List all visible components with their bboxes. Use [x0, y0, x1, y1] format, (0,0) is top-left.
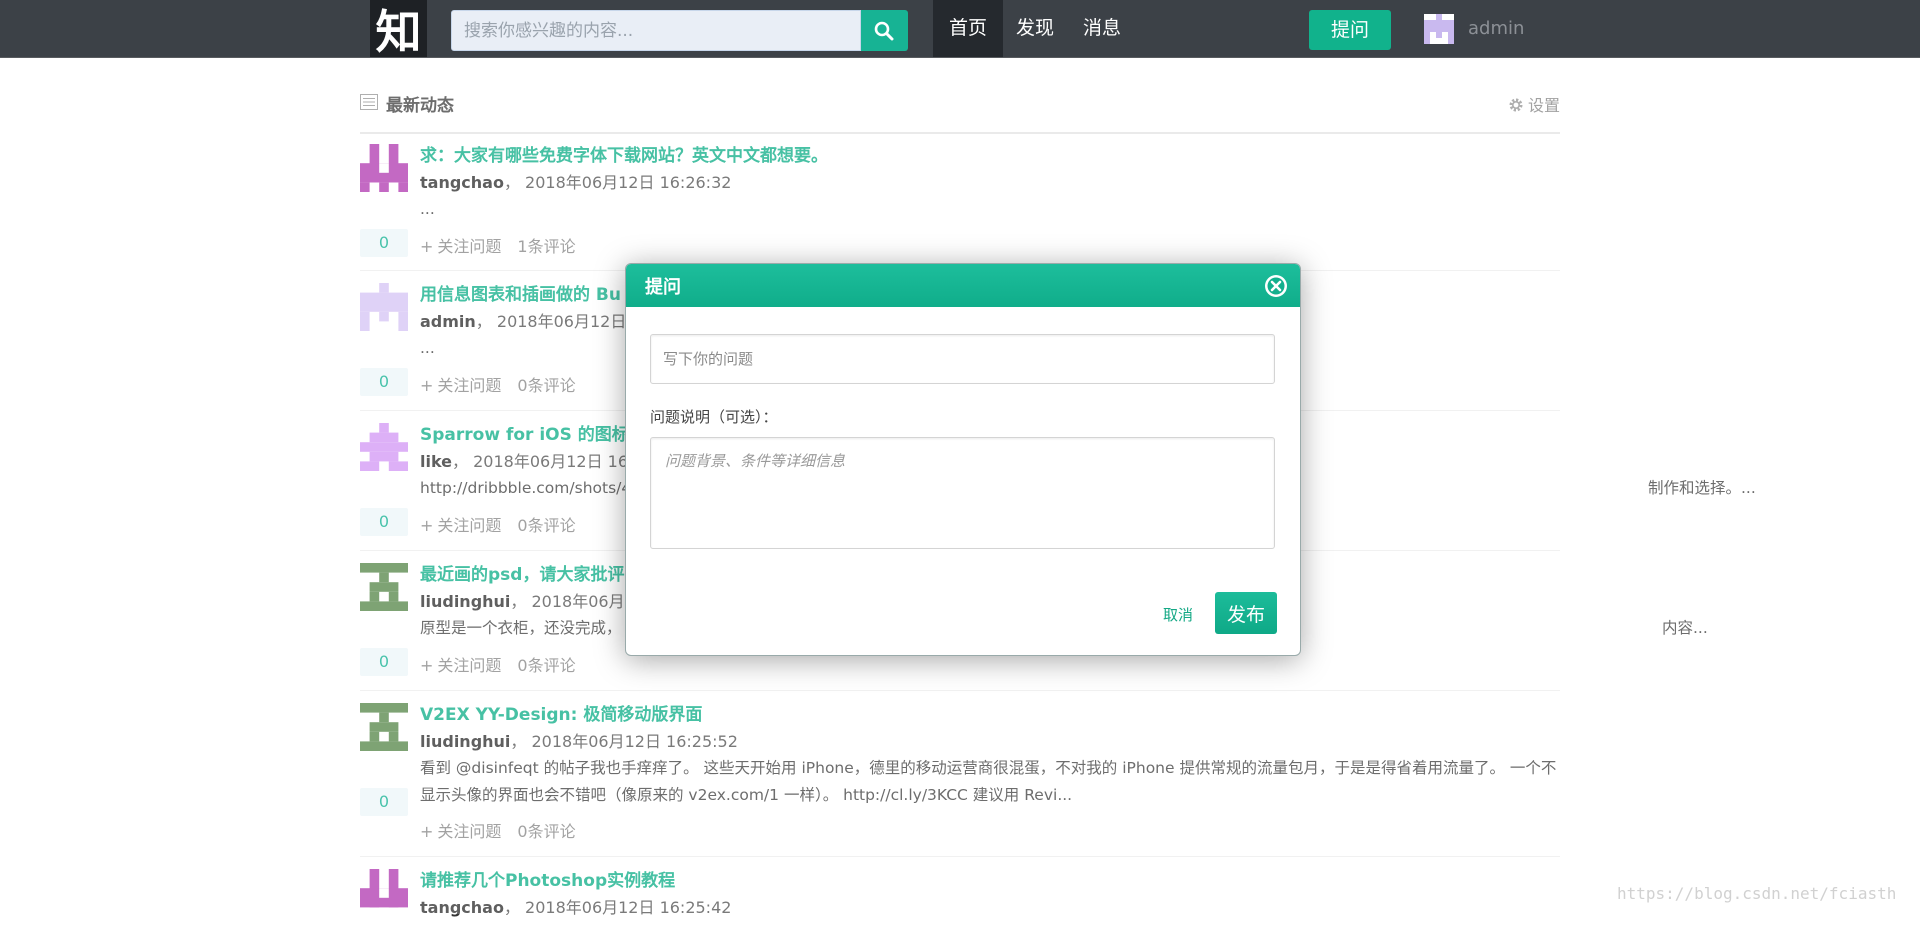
nav-discover[interactable]: 发现 — [1000, 0, 1070, 57]
search-input[interactable] — [451, 10, 861, 51]
question-input[interactable] — [650, 334, 1275, 384]
description-label: 问题说明（可选）： — [650, 408, 778, 426]
site-logo[interactable]: 知 — [370, 0, 427, 59]
nav-messages[interactable]: 消息 — [1067, 0, 1137, 57]
dialog-title: 提问 — [645, 277, 681, 298]
top-navbar: 知 首页 发现 消息 提问 admin — [0, 0, 1920, 59]
search-button[interactable] — [861, 10, 908, 51]
cancel-link[interactable]: 取消 — [1163, 604, 1193, 625]
description-textarea[interactable] — [650, 437, 1275, 549]
nav-home[interactable]: 首页 — [933, 0, 1004, 57]
user-avatar[interactable] — [1424, 14, 1454, 44]
publish-button[interactable]: 发布 — [1215, 592, 1277, 634]
nav-username[interactable]: admin — [1468, 0, 1524, 57]
close-icon[interactable] — [1264, 274, 1288, 298]
search-icon — [874, 21, 894, 41]
ask-question-button[interactable]: 提问 — [1309, 10, 1391, 50]
ask-question-dialog: 提问 问题说明（可选）： 取消 发布 — [625, 263, 1301, 656]
dialog-header: 提问 — [626, 264, 1300, 307]
search-bar — [451, 10, 908, 51]
